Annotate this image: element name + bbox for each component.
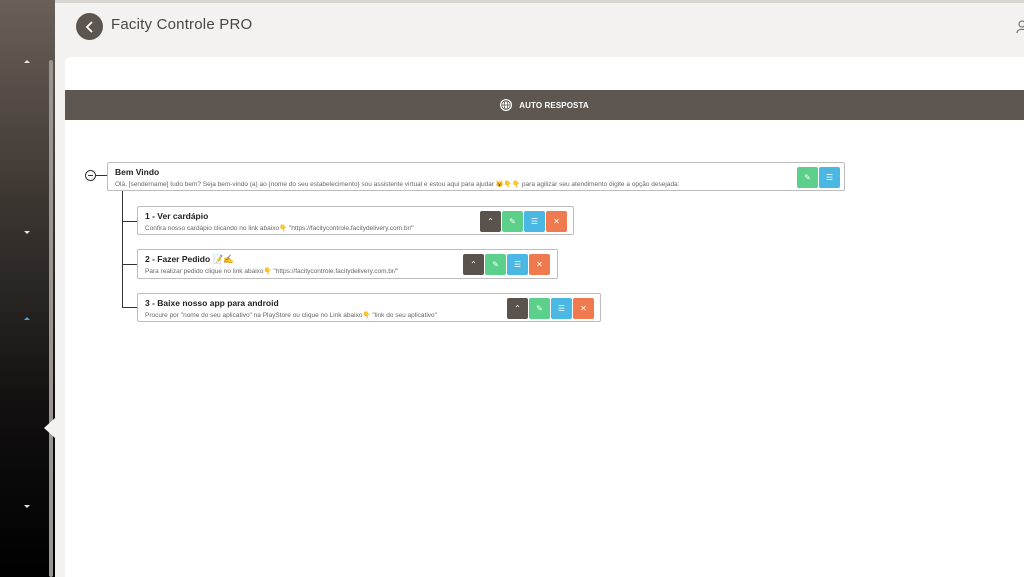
list-button[interactable]: ☰ (507, 254, 528, 275)
edit-icon: ✎ (536, 303, 543, 313)
list-icon: ☰ (513, 259, 522, 269)
list-button[interactable]: ☰ (551, 298, 572, 319)
sidebar-collapse-icon[interactable] (24, 231, 30, 234)
tree-connector (122, 221, 137, 222)
list-icon: ☰ (530, 216, 539, 226)
close-icon: ✕ (580, 303, 587, 313)
sidebar-scrollbar[interactable] (49, 60, 53, 577)
sidebar (0, 0, 55, 577)
node-description: Procure por "nome do seu aplicativo" na … (145, 312, 437, 319)
sidebar-active-caret-icon[interactable] (24, 317, 30, 320)
chevron-up-icon: ⌃ (470, 259, 477, 269)
top-header: Facity Controle PRO (55, 0, 1024, 48)
edit-button[interactable]: ✎ (529, 298, 550, 319)
app-title: Facity Controle PRO (111, 16, 253, 33)
node-description: Olá, [sendername] tudo bem? Seja bem-vin… (115, 181, 680, 188)
tree-connector (96, 175, 107, 176)
tree-node-child-1[interactable]: 1 - Ver cardápio Confira nosso cardápio … (137, 206, 574, 235)
node-title: 3 - Baixe nosso app para android (145, 298, 279, 308)
list-icon: ☰ (825, 172, 834, 182)
chevron-up-icon: ⌃ (514, 303, 521, 313)
back-button[interactable] (76, 13, 103, 40)
node-description: Confira nosso cardápio clicando no link … (145, 225, 414, 232)
node-title: 2 - Fazer Pedido 📝✍ (145, 254, 234, 264)
edit-icon: ✎ (804, 172, 811, 182)
edit-button[interactable]: ✎ (485, 254, 506, 275)
move-up-button[interactable]: ⌃ (463, 254, 484, 275)
move-up-button[interactable]: ⌃ (507, 298, 528, 319)
section-title: AUTO RESPOSTA (519, 100, 589, 110)
sidebar-expand-icon[interactable] (24, 60, 30, 63)
list-button[interactable]: ☰ (524, 211, 545, 232)
delete-button[interactable]: ✕ (546, 211, 567, 232)
move-up-button[interactable]: ⌃ (480, 211, 501, 232)
main-panel: AUTO RESPOSTA Bem Vindo Olá, [sendername… (65, 57, 1024, 577)
tree-node-root[interactable]: Bem Vindo Olá, [sendername] tudo bem? Se… (107, 162, 845, 191)
tree-node-child-3[interactable]: 3 - Baixe nosso app para android Procure… (137, 293, 601, 322)
node-title: Bem Vindo (115, 167, 160, 177)
user-icon[interactable] (1016, 19, 1024, 33)
edit-icon: ✎ (492, 259, 499, 269)
sidebar-collapse-icon[interactable] (24, 505, 30, 508)
list-button[interactable]: ☰ (819, 167, 840, 188)
node-description: Para realizar pedido clique no link abai… (145, 268, 399, 275)
sidebar-active-pointer (44, 418, 55, 438)
list-icon: ☰ (557, 303, 566, 313)
delete-button[interactable]: ✕ (573, 298, 594, 319)
edit-icon: ✎ (509, 216, 516, 226)
tree-connector (122, 191, 123, 307)
delete-button[interactable]: ✕ (529, 254, 550, 275)
section-bar: AUTO RESPOSTA (65, 90, 1024, 120)
chevron-up-icon: ⌃ (487, 216, 494, 226)
close-icon: ✕ (553, 216, 560, 226)
globe-icon (500, 99, 513, 111)
edit-button[interactable]: ✎ (797, 167, 818, 188)
chevron-left-icon (85, 20, 93, 33)
edit-button[interactable]: ✎ (502, 211, 523, 232)
close-icon: ✕ (536, 259, 543, 269)
collapse-toggle-icon[interactable] (85, 170, 96, 181)
tree-connector (122, 264, 137, 265)
tree-connector (122, 307, 137, 308)
node-title: 1 - Ver cardápio (145, 211, 209, 221)
tree-node-child-2[interactable]: 2 - Fazer Pedido 📝✍ Para realizar pedido… (137, 249, 558, 279)
